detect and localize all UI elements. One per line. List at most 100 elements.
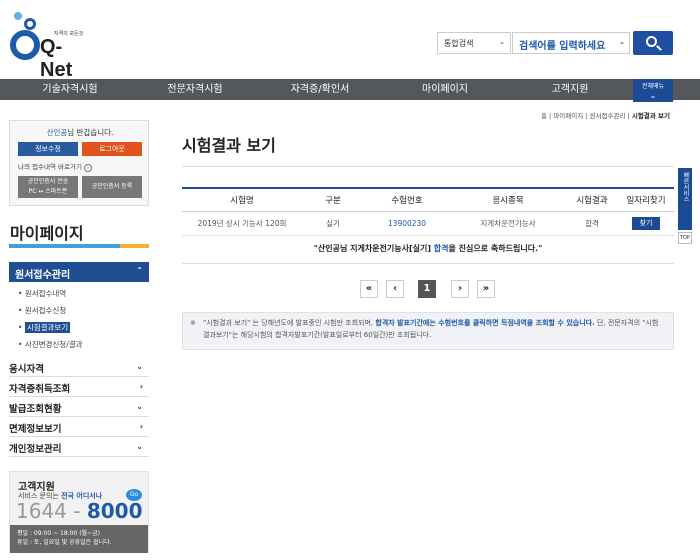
cert-transfer-button[interactable]: 공인인증서 전송 PC ↔ 스마트폰	[18, 176, 78, 198]
main-nav: 기술자격시험 전문자격시험 자격증/확인서 마이페이지 고객지원	[0, 79, 700, 100]
sidebar-menu-issue-status[interactable]: 발급조회현황 ⌄	[9, 398, 149, 417]
sidebar-menu-exemption[interactable]: 면제정보보기 ›	[9, 418, 149, 437]
chevron-up-icon: ⌃	[136, 266, 143, 275]
sidebar-menu-label: 면제정보보기	[9, 424, 62, 435]
result-table: 시험명 구분 수험번호 응시종목 시험결과 일자리찾기 2019년 상시 기능사…	[182, 187, 674, 236]
notice-text: "시험결과 보기" 는 당해년도에 발표중인 시험만 조회되며,	[203, 319, 376, 327]
my-status-link[interactable]: 나의 접수내역 바로가기 ›	[18, 161, 92, 172]
cert-transfer-label: 공인인증서 전송	[27, 178, 69, 185]
chevron-down-icon: ⌄	[136, 442, 143, 451]
scroll-top-button[interactable]: TOP	[678, 232, 692, 244]
col-number: 수험번호	[364, 187, 450, 212]
cell-result: 합격	[566, 211, 618, 236]
breadcrumb-home[interactable]: 홈	[541, 112, 547, 120]
breadcrumb-apply[interactable]: 원서접수관리	[590, 112, 626, 120]
sidebar-section-label: 원서접수관리	[15, 270, 71, 281]
col-exam: 시험명	[182, 187, 302, 212]
chevron-right-icon: ›	[139, 422, 143, 431]
sidebar-item-apply-history[interactable]: • 원서접수내역	[18, 288, 66, 299]
breadcrumb-mypage[interactable]: 마이페이지	[553, 112, 583, 120]
sidebar-item-exam-result[interactable]: • 시험결과보기	[18, 322, 71, 333]
cert-transfer-sub: PC ↔ 스마트폰	[28, 188, 68, 195]
congrats-message: "산인공님 지게차운전기능사[실기] 합격을 진심으로 축하드립니다."	[182, 243, 674, 254]
page-current[interactable]: 1	[418, 280, 436, 298]
logout-button[interactable]: 로그아웃	[82, 142, 142, 156]
support-box: 고객지원 서비스 문의는 전국 어디서나 Go 1644 - 8000 평일 :…	[9, 471, 149, 553]
cell-subject: 지게차운전기능사	[450, 211, 566, 236]
nav-item-support[interactable]: 고객지원	[505, 79, 635, 100]
congrats-divider	[182, 263, 674, 264]
hours-holiday: 휴일 : 토, 일요일 및 공휴일은 쉽니다.	[17, 539, 112, 546]
congrats-text-end: 을 진심으로 축하드립니다."	[448, 244, 543, 253]
logo-dot-ring	[24, 18, 36, 30]
page-first-button[interactable]: «	[360, 280, 378, 298]
sidebar-item-label: 원서접수신청	[24, 306, 67, 315]
page-prev-button[interactable]: ‹	[386, 280, 404, 298]
sidebar-item-label: 사진변경신청/결과	[24, 340, 83, 349]
search-scope-value: 통합검색	[444, 39, 474, 48]
page-next-button[interactable]: ›	[451, 280, 469, 298]
cell-type: 실기	[302, 211, 364, 236]
col-type: 구분	[302, 187, 364, 212]
sidebar-menu-cert-lookup[interactable]: 자격증취득조회 ›	[9, 378, 149, 397]
breadcrumb-sep: |	[585, 112, 588, 120]
logo-dot-small	[14, 12, 22, 20]
congrats-highlight: 합격	[433, 244, 449, 253]
sidebar-item-label: 원서접수내역	[24, 289, 67, 298]
breadcrumb-sep: |	[627, 112, 630, 120]
breadcrumb-sep: |	[549, 112, 552, 120]
sidebar-item-apply-new[interactable]: • 원서접수신청	[18, 305, 66, 316]
chevron-down-icon: ⌄	[499, 38, 505, 46]
nav-item-mypage[interactable]: 마이페이지	[380, 79, 510, 100]
sidebar-section-apply[interactable]: 원서접수관리 ⌃	[9, 262, 149, 282]
quick-service-tab[interactable]: 빠른서비스	[678, 168, 692, 230]
cell-number: 13900230	[364, 211, 450, 236]
hours-weekday: 평일 : 09:00 ~ 18:00 (월~금)	[17, 530, 100, 537]
all-menu-button[interactable]: 전체메뉴 ⌄	[633, 79, 673, 102]
col-result: 시험결과	[566, 187, 618, 212]
support-hours: 평일 : 09:00 ~ 18:00 (월~금) 휴일 : 토, 일요일 및 공휴…	[10, 525, 148, 553]
my-status-label: 나의 접수내역 바로가기	[18, 163, 82, 171]
search-placeholder: 검색어를 입력하세요	[519, 41, 606, 52]
greeting: 산인공님 반갑습니다.	[10, 127, 150, 138]
sidebar-item-photo-change[interactable]: • 사진변경신청/결과	[18, 339, 83, 350]
nav-item-professional-exam[interactable]: 전문자격시험	[130, 79, 260, 100]
search-input[interactable]: 검색어를 입력하세요 ⌄	[512, 32, 630, 54]
nav-item-certificate[interactable]: 자격증/확인서	[255, 79, 385, 100]
edit-info-button[interactable]: 정보수정	[18, 142, 78, 156]
greeting-text: 님 반갑습니다.	[67, 128, 114, 137]
phone-number: 8000	[86, 499, 143, 523]
search-scope-select[interactable]: 통합검색 ⌄	[437, 32, 511, 54]
breadcrumb-current: 시험결과 보기	[631, 112, 670, 120]
chevron-down-icon: ⌄	[649, 91, 657, 100]
congrats-text: "산인공님 지게차운전기능사[실기]	[313, 244, 434, 253]
search-button[interactable]	[633, 31, 673, 55]
user-name: 산인공	[46, 128, 68, 137]
sidebar-item-label: 시험결과보기	[24, 322, 71, 333]
cert-register-button[interactable]: 공인인증서 등록	[82, 176, 142, 198]
find-job-button[interactable]: 찾기	[632, 216, 660, 230]
breadcrumb: 홈 | 마이페이지 | 원서접수관리 | 시험결과 보기	[541, 110, 670, 120]
exam-number-link[interactable]: 13900230	[388, 219, 426, 228]
chevron-down-icon: ⌄	[136, 402, 143, 411]
quick-service-label: 빠른서비스	[682, 172, 689, 202]
sidebar-menu-label: 개인정보관리	[9, 444, 62, 455]
nav-item-technical-exam[interactable]: 기술자격시험	[0, 79, 140, 100]
sidebar-menu-label: 자격증취득조회	[9, 384, 71, 395]
login-box: 산인공님 반갑습니다. 정보수정 로그아웃 나의 접수내역 바로가기 › 공인인증…	[9, 120, 149, 206]
search-icon	[646, 36, 657, 47]
sidebar-menu-label: 발급조회현황	[9, 404, 62, 415]
sidebar-menu-qualification[interactable]: 응시자격 ⌄	[9, 358, 149, 377]
sidebar-menu-personal-info[interactable]: 개인정보관리 ⌄	[9, 438, 149, 457]
qnet-logo[interactable]: 자격의 모든것 Q-Net	[8, 12, 88, 81]
title-underline-accent	[120, 244, 149, 248]
table-header-row: 시험명 구분 수험번호 응시종목 시험결과 일자리찾기	[182, 187, 674, 212]
support-phone: 1644 - 8000	[16, 499, 143, 523]
chevron-down-icon: ⌄	[619, 38, 625, 46]
phone-prefix: 1644 -	[16, 499, 87, 523]
chevron-down-icon: ⌄	[136, 362, 143, 371]
chevron-right-icon: ›	[139, 382, 143, 391]
page-last-button[interactable]: »	[477, 280, 495, 298]
notice-box: ※ "시험결과 보기" 는 당해년도에 발표중인 시험만 조회되며, 합격자 발…	[182, 312, 674, 350]
notice-highlight: 합격자 발표기간에는 수험번호를 클릭하면 득점내역을 조회할 수 있습니다.	[375, 319, 595, 327]
